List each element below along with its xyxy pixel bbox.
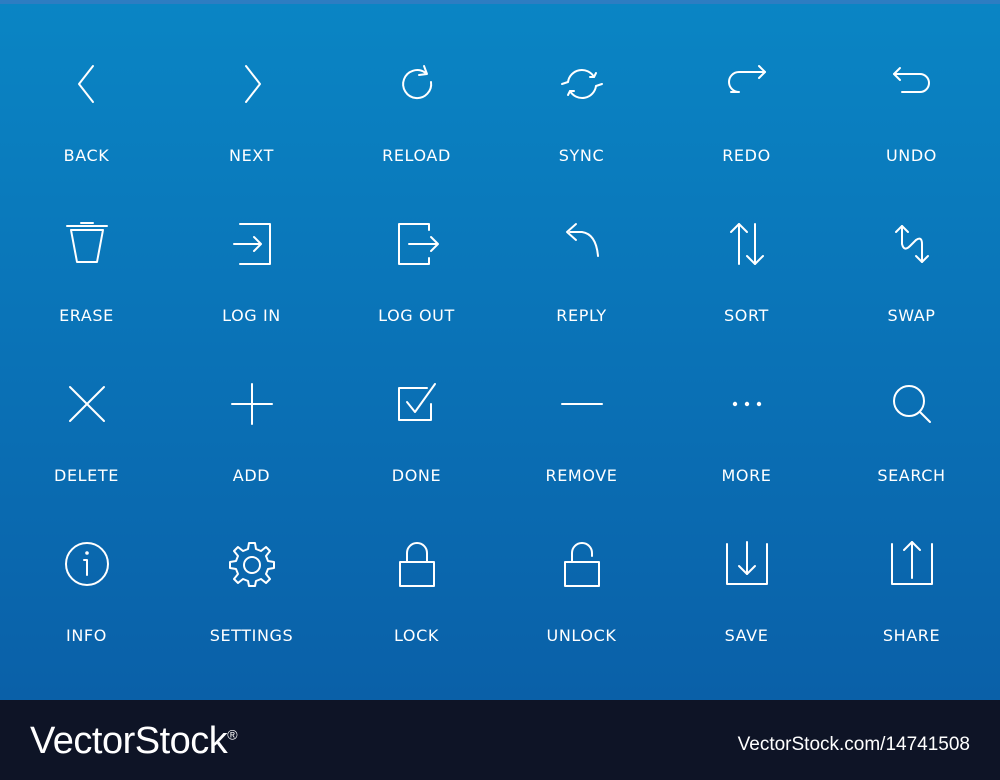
icon-label: LOG OUT xyxy=(378,306,455,325)
redo-icon xyxy=(721,58,773,110)
icon-tile-settings: SETTINGS xyxy=(169,510,334,670)
icon-tile-info: INFO xyxy=(4,510,169,670)
save-icon xyxy=(721,538,773,590)
icon-tile-search: SEARCH xyxy=(829,350,994,510)
undo-icon xyxy=(886,58,938,110)
icon-tile-sync: SYNC xyxy=(499,30,664,190)
erase-icon xyxy=(61,218,113,270)
icon-tile-add: ADD xyxy=(169,350,334,510)
icon-label: LOG IN xyxy=(222,306,281,325)
sort-icon xyxy=(721,218,773,270)
footer-bar: VectorStock® VectorStock.com/14741508 xyxy=(0,700,1000,780)
log-in-icon xyxy=(226,218,278,270)
registered-mark: ® xyxy=(227,726,238,743)
brand-name: VectorStock xyxy=(30,720,228,762)
icon-label: UNLOCK xyxy=(546,626,617,645)
icon-tile-save: SAVE xyxy=(664,510,829,670)
icon-sheet: BACK NEXT RELOAD SYNC REDO UNDO ERASE LO… xyxy=(0,0,1000,700)
settings-icon xyxy=(226,538,278,590)
icon-label: SETTINGS xyxy=(209,626,294,645)
sync-icon xyxy=(556,58,608,110)
back-icon xyxy=(61,58,113,110)
icon-label: SWAP xyxy=(887,306,936,325)
icon-tile-unlock: UNLOCK xyxy=(499,510,664,670)
delete-icon xyxy=(61,378,113,430)
icon-tile-more: MORE xyxy=(664,350,829,510)
icon-label: INFO xyxy=(66,626,107,645)
icon-tile-erase: ERASE xyxy=(4,190,169,350)
icon-tile-undo: UNDO xyxy=(829,30,994,190)
icon-label: DELETE xyxy=(54,466,119,485)
icon-label: SORT xyxy=(724,306,769,325)
icon-label: ADD xyxy=(232,466,271,485)
icon-label: NEXT xyxy=(229,146,274,165)
icon-tile-lock: LOCK xyxy=(334,510,499,670)
swap-icon xyxy=(886,218,938,270)
icon-label: SYNC xyxy=(558,146,605,165)
icon-tile-next: NEXT xyxy=(169,30,334,190)
icon-label: MORE xyxy=(721,466,772,485)
icon-tile-redo: REDO xyxy=(664,30,829,190)
info-icon xyxy=(61,538,113,590)
share-icon xyxy=(886,538,938,590)
icon-label: REMOVE xyxy=(545,466,618,485)
unlock-icon xyxy=(556,538,608,590)
icon-tile-share: SHARE xyxy=(829,510,994,670)
icon-label: SHARE xyxy=(882,626,941,645)
icon-tile-swap: SWAP xyxy=(829,190,994,350)
done-icon xyxy=(391,378,443,430)
icon-label: REDO xyxy=(722,146,771,165)
icon-tile-sort: SORT xyxy=(664,190,829,350)
reply-icon xyxy=(556,218,608,270)
icon-tile-remove: REMOVE xyxy=(499,350,664,510)
icon-label: SEARCH xyxy=(877,466,946,485)
search-icon xyxy=(886,378,938,430)
log-out-icon xyxy=(391,218,443,270)
stock-id: VectorStock.com/14741508 xyxy=(737,734,970,755)
icon-label: ERASE xyxy=(59,306,114,325)
brand-logo: VectorStock® xyxy=(30,720,238,763)
icon-tile-delete: DELETE xyxy=(4,350,169,510)
reload-icon xyxy=(391,58,443,110)
icon-grid: BACK NEXT RELOAD SYNC REDO UNDO ERASE LO… xyxy=(4,30,994,670)
icon-tile-reply: REPLY xyxy=(499,190,664,350)
lock-icon xyxy=(391,538,443,590)
icon-label: SAVE xyxy=(724,626,769,645)
icon-tile-log-in: LOG IN xyxy=(169,190,334,350)
next-icon xyxy=(226,58,278,110)
icon-label: REPLY xyxy=(556,306,607,325)
icon-label: RELOAD xyxy=(382,146,451,165)
icon-label: LOCK xyxy=(393,626,439,645)
icon-tile-back: BACK xyxy=(4,30,169,190)
icon-tile-log-out: LOG OUT xyxy=(334,190,499,350)
icon-label: UNDO xyxy=(886,146,937,165)
more-icon xyxy=(721,378,773,430)
icon-tile-reload: RELOAD xyxy=(334,30,499,190)
icon-label: DONE xyxy=(391,466,442,485)
icon-label: BACK xyxy=(63,146,110,165)
icon-tile-done: DONE xyxy=(334,350,499,510)
add-icon xyxy=(226,378,278,430)
remove-icon xyxy=(556,378,608,430)
